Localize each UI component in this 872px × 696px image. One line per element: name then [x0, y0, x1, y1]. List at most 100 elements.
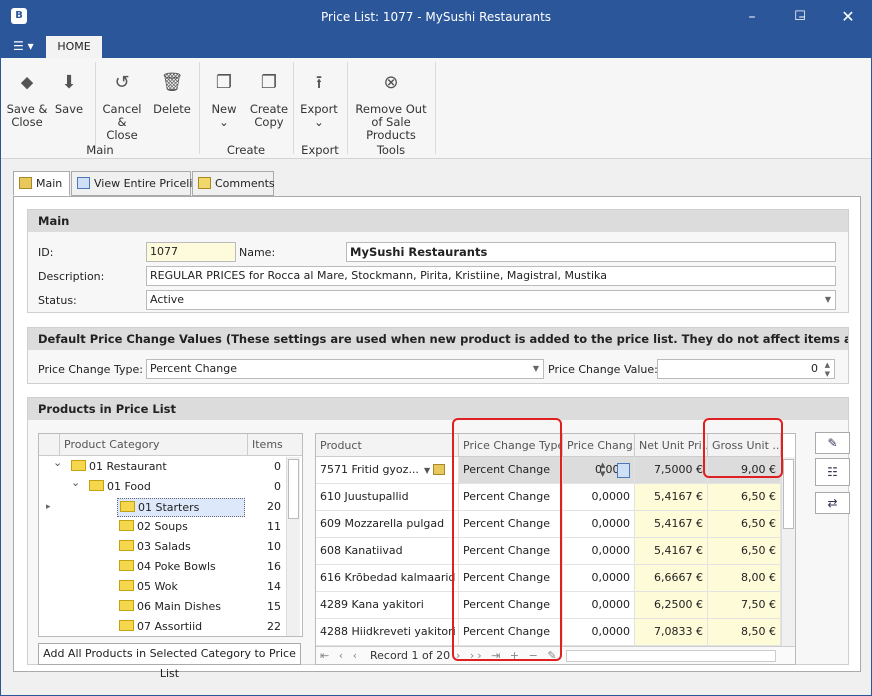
product-cell[interactable]: 608 Kanatiivad: [316, 538, 459, 565]
grid-scroll-thumb[interactable]: [783, 459, 794, 529]
spin-arrows-icon[interactable]: ▲ ▼: [825, 361, 830, 378]
net-unit-price-cell[interactable]: 5,4167 €: [635, 511, 708, 538]
net-unit-price-cell[interactable]: 5,4167 €: [635, 484, 708, 511]
price-change-type-select[interactable]: Percent Change ▼: [146, 359, 544, 379]
price-change-cell[interactable]: 0,0000: [563, 511, 635, 538]
maximize-glyph[interactable]: ☐: [777, 1, 823, 34]
save-close-button[interactable]: ⬥ Save & Close: [5, 58, 49, 129]
category-count: 10: [267, 540, 281, 553]
delete-button[interactable]: 🗑 Delete: [151, 58, 193, 116]
net-unit-price-cell[interactable]: 7,5000 €: [635, 457, 708, 484]
tree-row[interactable]: 02 Soups 11: [39, 517, 287, 537]
close-button[interactable]: ✕: [825, 1, 871, 34]
tree-scrollbar[interactable]: [286, 457, 300, 636]
category-count: 11: [267, 520, 281, 533]
category-count: 0: [274, 480, 281, 493]
separator: [95, 62, 96, 154]
grid-header-price-change[interactable]: Price Chang...: [563, 434, 635, 457]
export-button[interactable]: ⭱ Export ⌄: [297, 58, 341, 129]
gross-unit-price-cell[interactable]: 8,00 €: [708, 565, 781, 592]
price-change-type-label: Price Change Type:: [38, 363, 143, 376]
main-group-header: Main: [28, 210, 848, 232]
id-field[interactable]: 1077: [146, 242, 236, 262]
price-change-cell[interactable]: 0,0000: [563, 619, 635, 646]
export-icon: ⭱: [315, 72, 323, 93]
create-copy-button[interactable]: ❐ Create Copy: [247, 58, 291, 129]
tab-view-entire-pricelist[interactable]: View Entire Pricelist: [71, 171, 202, 196]
category-name: 02 Soups: [137, 520, 188, 533]
gross-unit-price-cell[interactable]: 6,50 €: [708, 511, 781, 538]
category-name: 06 Main Dishes: [137, 600, 221, 613]
product-cell[interactable]: 610 Juustupallid: [316, 484, 459, 511]
folder-icon: [71, 460, 86, 471]
defaults-group: Default Price Change Values (These setti…: [27, 327, 849, 384]
tree-row[interactable]: ⌄ 01 Food 0: [39, 476, 287, 497]
net-unit-price-cell[interactable]: 7,0833 €: [635, 619, 708, 646]
new-button[interactable]: ❐ New ⌄: [205, 58, 243, 129]
tree-row[interactable]: ▸ 01 Starters 20: [39, 497, 287, 517]
expand-chevron-icon[interactable]: ⌄: [53, 453, 62, 473]
grid-header-net-unit[interactable]: Net Unit Pri...: [635, 434, 708, 457]
tree-row[interactable]: 05 Wok 14: [39, 577, 287, 597]
tree-row[interactable]: 04 Poke Bowls 16: [39, 557, 287, 577]
net-unit-price-cell[interactable]: 6,6667 €: [635, 565, 708, 592]
net-unit-price-cell[interactable]: 5,4167 €: [635, 538, 708, 565]
name-field[interactable]: MySushi Restaurants: [346, 242, 836, 262]
product-cell[interactable]: 4289 Kana yakitori: [316, 592, 459, 619]
dropdown-arrow-icon: ▼: [532, 364, 539, 373]
tab-comments[interactable]: Comments: [192, 171, 275, 196]
price-change-cell[interactable]: 0,0000: [563, 538, 635, 565]
tree-row[interactable]: 03 Salads 10: [39, 537, 287, 557]
tab-main[interactable]: Main: [13, 171, 70, 196]
highlight-gross-unit: [703, 418, 783, 478]
grid-hscrollbar[interactable]: [566, 650, 776, 662]
minimize-glyph[interactable]: –: [729, 1, 775, 34]
save-button[interactable]: ⬇ Save: [51, 58, 87, 116]
gross-unit-price-cell[interactable]: 6,50 €: [708, 484, 781, 511]
group-label-main: Main: [86, 143, 114, 157]
grid-scrollbar[interactable]: [781, 457, 795, 646]
remove-out-of-sale-button[interactable]: ⊗ Remove Out of Sale Products: [349, 58, 433, 142]
gross-unit-price-cell[interactable]: 7,50 €: [708, 592, 781, 619]
product-cell[interactable]: 4288 Hiidkreveti yakitori: [316, 619, 459, 646]
cancel-close-button[interactable]: ↺ Cancel & Close: [101, 58, 143, 142]
product-cell[interactable]: 609 Mozzarella pulgad: [316, 511, 459, 538]
add-all-products-button[interactable]: Add All Products in Selected Category to…: [38, 643, 301, 680]
gross-unit-price-cell[interactable]: 6,50 €: [708, 538, 781, 565]
tree-row[interactable]: 07 Assortiid 22: [39, 617, 287, 637]
description-field[interactable]: REGULAR PRICES for Rocca al Mare, Stockm…: [146, 266, 836, 286]
expand-chevron-icon[interactable]: ⌄: [71, 473, 80, 493]
price-change-cell[interactable]: 0,0000: [563, 484, 635, 511]
grid-header-product[interactable]: Product: [316, 434, 459, 457]
group-label-tools: Tools: [376, 143, 406, 157]
copy-prices-button[interactable]: ⇄: [815, 492, 850, 514]
status-select[interactable]: Active ▼: [146, 290, 836, 310]
menu-icon[interactable]: ☰ ▾: [13, 39, 34, 53]
ribbon-tab-row: ☰ ▾ HOME: [1, 34, 871, 58]
record-indicator: Record 1 of 20: [370, 649, 451, 662]
category-count: 22: [267, 620, 281, 633]
product-cell[interactable]: 616 Krõbedad kalmaarid: [316, 565, 459, 592]
tree-header-category[interactable]: Product Category: [59, 434, 247, 456]
calculator-icon[interactable]: [617, 463, 630, 478]
nav-first-prev-icons[interactable]: ⇤ ‹ ‹: [320, 647, 360, 664]
tree-row[interactable]: 06 Main Dishes 15: [39, 597, 287, 617]
calculator-button[interactable]: ☷: [815, 458, 850, 486]
price-change-cell[interactable]: 0,0000: [563, 565, 635, 592]
category-name: 01 Starters: [138, 501, 200, 514]
gross-unit-price-cell[interactable]: 8,50 €: [708, 619, 781, 646]
net-unit-price-cell[interactable]: 6,2500 €: [635, 592, 708, 619]
tab-home[interactable]: HOME: [46, 36, 102, 58]
name-label: Name:: [239, 246, 276, 259]
price-change-cell[interactable]: 0,0000: [563, 592, 635, 619]
category-name: 01 Food: [107, 480, 151, 493]
defaults-group-header: Default Price Change Values (These setti…: [28, 328, 848, 350]
edit-product-button[interactable]: ✎: [815, 432, 850, 454]
chevron-down-icon: ⌄: [219, 115, 229, 129]
price-change-value-stepper[interactable]: 0 ▲ ▼: [657, 359, 835, 379]
calculator-icon: ☷: [827, 465, 838, 479]
price-list-window: B Price List: 1077 - MySushi Restaurants…: [0, 0, 872, 696]
tree-scroll-thumb[interactable]: [288, 459, 299, 519]
tree-header-items[interactable]: Items: [247, 434, 302, 456]
folder-icon: [119, 520, 134, 531]
